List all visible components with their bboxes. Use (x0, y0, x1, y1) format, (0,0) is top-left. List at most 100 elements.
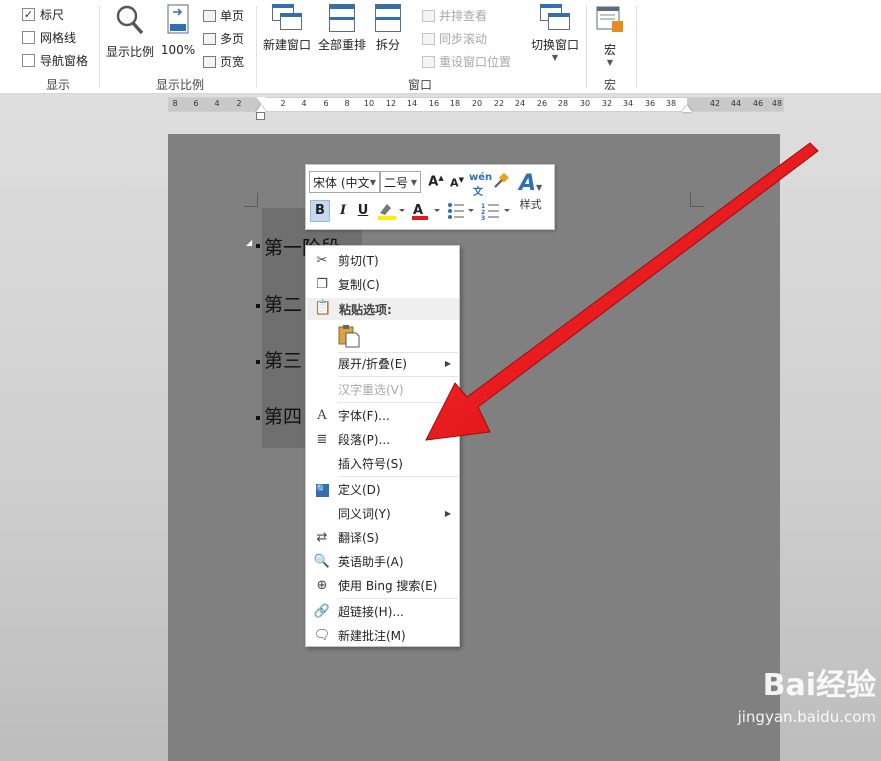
split-button[interactable]: 拆分 (372, 4, 404, 53)
ruler-tick: 20 (471, 99, 483, 108)
ruler-tick: 38 (665, 99, 677, 108)
switch-window-button[interactable]: 切换窗口 ▼ (528, 4, 582, 62)
ruler-tick: 32 (601, 99, 613, 108)
bold-button[interactable]: B (310, 200, 330, 222)
zoom-group-label: 显示比例 (155, 78, 204, 92)
shrink-font-icon[interactable]: A▼ (449, 176, 465, 190)
watermark-logo: Bai经验 (762, 668, 876, 703)
page-width-button[interactable]: 页宽 (203, 53, 244, 70)
arrange-all-label: 全部重排 (317, 38, 366, 52)
paste-keep-text-only-icon[interactable] (338, 324, 360, 348)
menu-item-label: 剪切(T) (338, 253, 379, 268)
new-window-button[interactable]: 新建窗口 (260, 4, 314, 53)
navigation-pane-checkbox[interactable]: 导航窗格 (22, 52, 88, 69)
heading-bullet (256, 244, 260, 248)
format-painter-icon[interactable] (492, 172, 510, 193)
menu-item-paragraph[interactable]: ≣ 段落(P)... (306, 427, 459, 451)
zoom-button[interactable]: 显示比例 (104, 4, 156, 60)
dropdown-caret-icon: ▼ (551, 53, 559, 62)
font-icon: A (317, 407, 327, 423)
ruler-tick: 48 (771, 99, 783, 108)
ribbon: ✓ 标尺 网格线 导航窗格 显示 显示比例 100% 单页 多页 页宽 显示比例… (0, 0, 881, 94)
heading-bullet (256, 304, 260, 308)
collapse-triangle-icon[interactable]: ◢ (246, 238, 252, 247)
crop-mark (244, 193, 258, 207)
reset-window-position-button[interactable]: 重设窗口位置 (422, 53, 511, 70)
italic-button[interactable]: I (336, 203, 350, 218)
menu-item-bing-search[interactable]: ⊕ 使用 Bing 搜索(E) (306, 573, 459, 597)
underline-button[interactable]: U (356, 203, 370, 218)
switch-window-icon (540, 4, 570, 32)
right-indent-marker[interactable] (682, 105, 692, 112)
first-line-indent-marker[interactable] (256, 97, 266, 103)
heading-3[interactable]: 第三 (264, 346, 302, 373)
zoom-100-button[interactable]: 100% (160, 4, 196, 57)
phonetic-guide-icon[interactable]: wén 文 (469, 172, 492, 198)
font-size-value: 二号 (384, 175, 409, 190)
reset-window-position-label: 重设窗口位置 (439, 55, 512, 69)
side-by-side-icon (422, 9, 435, 22)
menu-item-translate[interactable]: ⇄ 翻译(S) (306, 525, 459, 549)
menu-item-define[interactable]: 🔍 定义(D) (306, 477, 459, 501)
font-color-icon: A (412, 203, 440, 220)
highlight-color-button[interactable] (376, 201, 406, 225)
menu-item-new-comment[interactable]: 🗨 新建批注(M) (306, 623, 459, 647)
macro-button[interactable]: 宏 ▼ (592, 4, 628, 67)
heading-bullet (256, 416, 260, 420)
horizontal-ruler[interactable]: 8 6 4 2 2 4 6 8 10 12 14 16 18 20 22 24 … (168, 97, 784, 112)
new-window-icon (272, 4, 302, 32)
ruler-tick: 4 (214, 99, 220, 108)
ruler-tick: 6 (323, 99, 329, 108)
menu-item-synonyms[interactable]: 同义词(Y) ▶ (306, 501, 459, 525)
font-name-select[interactable]: 宋体 (中文 ▼ (309, 171, 380, 193)
multi-page-icon (203, 32, 216, 45)
menu-item-label: 展开/折叠(E) (338, 356, 407, 371)
menu-item-label: 字体(F)... (338, 408, 390, 423)
reset-window-position-icon (422, 55, 435, 68)
menu-item-cut[interactable]: ✂ 剪切(T) (306, 248, 459, 272)
gridlines-checkbox-label: 网格线 (40, 31, 77, 45)
heading-4[interactable]: 第四 (264, 402, 302, 429)
menu-item-reconvert[interactable]: 汉字重选(V) (306, 377, 459, 401)
font-color-button[interactable]: A (410, 201, 442, 225)
menu-item-english-assistant[interactable]: 🔍 英语助手(A) (306, 549, 459, 573)
gridlines-checkbox[interactable]: 网格线 (22, 29, 76, 46)
arrange-all-button[interactable]: 全部重排 (315, 4, 369, 53)
styles-button[interactable]: A▼ 样式 (519, 171, 542, 212)
check-icon: ✓ (22, 8, 35, 21)
navigation-pane-checkbox-label: 导航窗格 (40, 54, 89, 68)
scissors-icon: ✂ (316, 252, 328, 268)
brush-icon (494, 172, 509, 188)
font-size-select[interactable]: 二号 ▼ (380, 171, 421, 193)
group-divider (99, 6, 100, 88)
ruler-tick: 26 (536, 99, 548, 108)
bullets-button[interactable] (446, 201, 476, 225)
menu-item-expand-collapse[interactable]: 展开/折叠(E) ▶ (306, 351, 459, 375)
bullet-list-icon (448, 203, 474, 219)
new-comment-icon: 🗨 (313, 627, 331, 643)
submenu-arrow-icon: ▶ (444, 358, 451, 368)
menu-item-font[interactable]: A 字体(F)... (306, 403, 459, 427)
hanging-indent-marker[interactable] (256, 105, 266, 112)
zoom-button-label: 显示比例 (105, 45, 154, 59)
arrange-all-icon (329, 4, 355, 32)
hyperlink-icon: 🔗 (313, 603, 331, 619)
numbering-button[interactable]: 1 2 3 (480, 201, 512, 225)
ruler-tick: 6 (193, 99, 199, 108)
submenu-arrow-icon: ▶ (444, 508, 451, 518)
ruler-checkbox[interactable]: ✓ 标尺 (22, 6, 64, 23)
heading-2[interactable]: 第二 (264, 290, 302, 317)
multi-page-button[interactable]: 多页 (203, 30, 244, 47)
sync-scroll-button[interactable]: 同步滚动 (422, 30, 487, 47)
ruler-tick: 8 (344, 99, 350, 108)
heading-bullet (256, 360, 260, 364)
menu-item-insert-symbol[interactable]: 插入符号(S) (306, 451, 459, 475)
side-by-side-button[interactable]: 并排查看 (422, 7, 487, 24)
grow-font-icon[interactable]: A▲ (428, 174, 444, 189)
left-indent-marker[interactable] (256, 112, 265, 120)
menu-item-hyperlink[interactable]: 🔗 超链接(H)... (306, 599, 459, 623)
single-page-button[interactable]: 单页 (203, 7, 244, 24)
ruler-tick: 16 (428, 99, 440, 108)
menu-item-copy[interactable]: ❐ 复制(C) (306, 272, 459, 296)
menu-item-label: 定义(D) (338, 482, 381, 497)
